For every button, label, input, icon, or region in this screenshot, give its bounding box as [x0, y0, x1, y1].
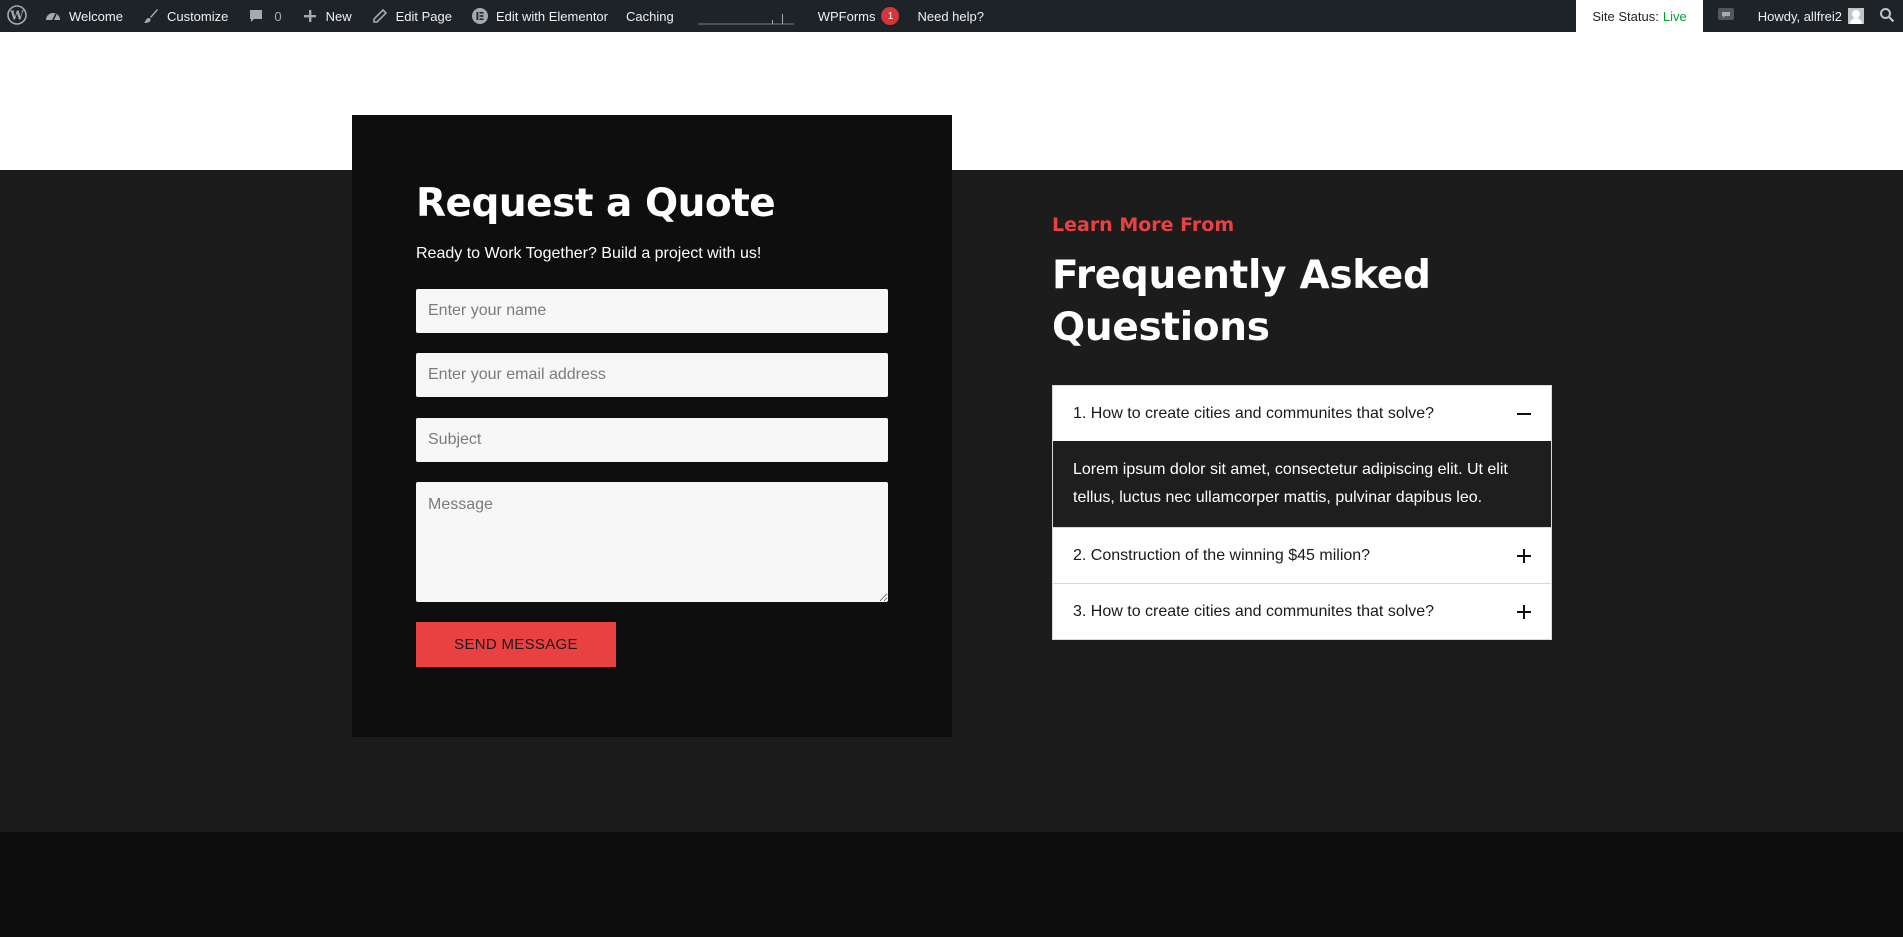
howdy-label: Howdy, allfrei2: [1757, 8, 1842, 24]
comment-bubble-icon: [246, 6, 266, 26]
faq-question: 3. How to create cities and communites t…: [1073, 602, 1435, 620]
faq-question: 2. Construction of the winning $45 milio…: [1073, 546, 1371, 564]
wpforms-label: WPForms: [817, 8, 876, 24]
quote-form-card: Request a Quote Ready to Work Together? …: [352, 115, 952, 737]
notifications-menu[interactable]: [1703, 0, 1749, 32]
stats-graph-icon: [697, 14, 794, 25]
chat-bubble-icon: [1717, 6, 1735, 27]
faq-question-toggle[interactable]: 1. How to create cities and communites t…: [1053, 386, 1551, 441]
subject-input[interactable]: [416, 418, 888, 462]
faq-question-toggle[interactable]: 2. Construction of the winning $45 milio…: [1053, 528, 1551, 583]
wpforms-notification-badge: 1: [881, 7, 900, 25]
edit-page-menu[interactable]: Edit Page: [361, 0, 461, 32]
site-status-indicator[interactable]: Site Status: Live: [1576, 0, 1703, 32]
minus-icon: [1517, 407, 1531, 421]
welcome-menu[interactable]: Welcome: [34, 0, 132, 32]
wordpress-logo-menu[interactable]: W: [0, 0, 34, 32]
caching-menu[interactable]: Caching: [617, 0, 683, 32]
search-icon: [1879, 7, 1895, 26]
wpforms-menu[interactable]: WPForms 1: [809, 0, 909, 32]
need-help-menu[interactable]: Need help?: [908, 0, 993, 32]
edit-with-elementor-menu[interactable]: Edit with Elementor: [461, 0, 617, 32]
dashboard-gauge-icon: [43, 6, 63, 26]
elementor-icon: [470, 6, 490, 26]
customize-label: Customize: [166, 8, 229, 24]
faq-item: 2. Construction of the winning $45 milio…: [1053, 528, 1551, 584]
faq-eyebrow: Learn More From: [1052, 214, 1235, 236]
comments-count: 0: [274, 8, 282, 24]
stats-sparkline[interactable]: [683, 0, 809, 32]
name-input[interactable]: [416, 289, 888, 333]
faq-question-toggle[interactable]: 3. How to create cities and communites t…: [1053, 584, 1551, 639]
avatar: [1848, 8, 1864, 24]
plus-icon: [300, 6, 320, 26]
admin-bar-right: Site Status: Live Howdy, allfrei2: [1576, 0, 1903, 32]
admin-search[interactable]: [1873, 0, 1903, 32]
site-status-value: Live: [1662, 8, 1687, 24]
faq-answer: Lorem ipsum dolor sit amet, consectetur …: [1053, 441, 1551, 527]
send-message-button[interactable]: SEND MESSAGE: [416, 622, 616, 667]
message-textarea[interactable]: [416, 482, 888, 602]
admin-bar: W Welcome Customize 0 New Edit Page Edit…: [0, 0, 1903, 32]
my-account-menu[interactable]: Howdy, allfrei2: [1749, 0, 1873, 32]
caching-label: Caching: [626, 8, 674, 24]
welcome-label: Welcome: [69, 8, 123, 24]
new-label: New: [325, 8, 352, 24]
need-help-label: Need help?: [917, 8, 984, 24]
pencil-icon: [370, 6, 390, 26]
site-status-label: Site Status:: [1592, 8, 1659, 24]
faq-title: Frequently Asked Questions: [1052, 253, 1431, 350]
faq-accordion: 1. How to create cities and communites t…: [1052, 385, 1552, 640]
edit-with-elementor-label: Edit with Elementor: [496, 8, 608, 24]
svg-text:W: W: [9, 8, 24, 22]
footer: [0, 832, 1903, 937]
faq-item: 3. How to create cities and communites t…: [1053, 584, 1551, 639]
comments-menu[interactable]: 0: [237, 0, 290, 32]
admin-bar-left: W Welcome Customize 0 New Edit Page Edit…: [0, 0, 993, 32]
quote-subtitle: Ready to Work Together? Build a project …: [416, 245, 762, 262]
wordpress-icon: W: [7, 4, 27, 28]
plus-icon: [1517, 604, 1531, 619]
faq-question: 1. How to create cities and communites t…: [1073, 404, 1435, 422]
paintbrush-icon: [141, 6, 161, 26]
customize-menu[interactable]: Customize: [132, 0, 237, 32]
new-content-menu[interactable]: New: [291, 0, 361, 32]
edit-page-label: Edit Page: [395, 8, 452, 24]
email-input[interactable]: [416, 353, 888, 397]
faq-item: 1. How to create cities and communites t…: [1053, 386, 1551, 528]
quote-title: Request a Quote: [416, 181, 776, 226]
plus-icon: [1517, 548, 1531, 563]
